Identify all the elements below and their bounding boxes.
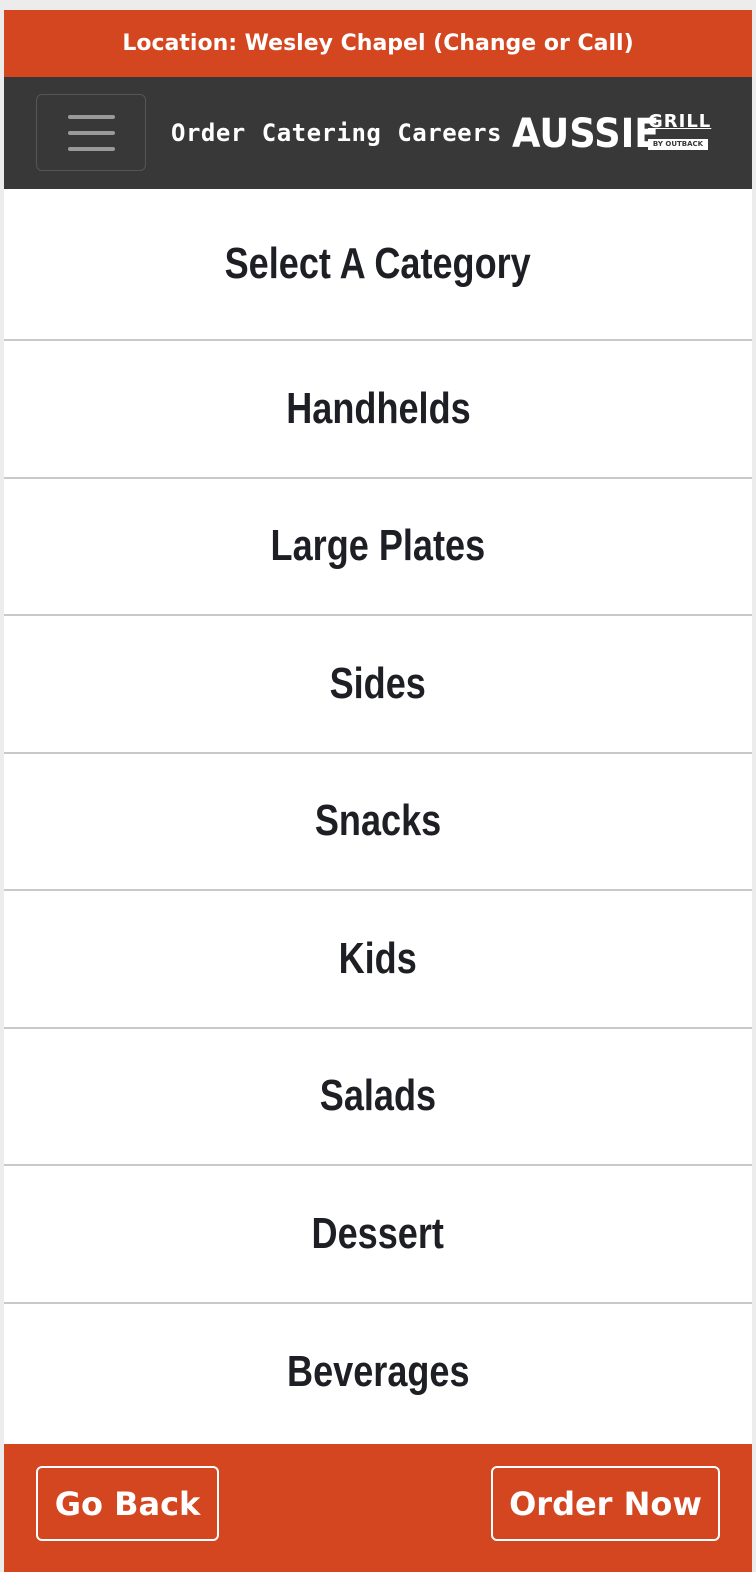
- nav-link-careers[interactable]: Careers: [397, 119, 502, 147]
- category-item-dessert[interactable]: Dessert: [4, 1166, 752, 1304]
- category-label: Sides: [329, 658, 427, 708]
- category-label: Large Plates: [270, 521, 486, 571]
- category-label: Dessert: [311, 1208, 445, 1258]
- category-label: Salads: [319, 1071, 437, 1121]
- logo-sub-text: GRILL: [648, 111, 712, 132]
- category-list: Select A Category Handhelds Large Plates…: [4, 189, 752, 1441]
- top-navbar: Order Catering Careers AUSSIE GRILL BY O…: [4, 77, 752, 189]
- category-heading: Select A Category: [4, 189, 752, 341]
- category-item-handhelds[interactable]: Handhelds: [4, 341, 752, 479]
- category-item-large-plates[interactable]: Large Plates: [4, 479, 752, 616]
- menu-toggle-button[interactable]: [36, 94, 146, 171]
- nav-link-catering[interactable]: Catering: [262, 119, 382, 147]
- order-now-button[interactable]: Order Now: [491, 1466, 720, 1541]
- location-banner[interactable]: Location: Wesley Chapel (Change or Call): [4, 10, 752, 77]
- nav-links: Order Catering Careers: [171, 77, 502, 189]
- category-label: Beverages: [286, 1347, 470, 1397]
- category-item-snacks[interactable]: Snacks: [4, 754, 752, 891]
- category-item-sides[interactable]: Sides: [4, 616, 752, 754]
- hamburger-menu-icon: [68, 115, 115, 119]
- category-item-beverages[interactable]: Beverages: [4, 1304, 752, 1442]
- page-frame: Location: Wesley Chapel (Change or Call)…: [4, 10, 752, 1572]
- category-label: Kids: [338, 933, 418, 983]
- category-label: Handhelds: [285, 383, 471, 433]
- category-item-kids[interactable]: Kids: [4, 891, 752, 1029]
- category-heading-text: Select A Category: [224, 239, 532, 288]
- footer-action-bar: Go Back Order Now: [4, 1444, 752, 1572]
- aussie-grill-logo[interactable]: AUSSIE GRILL BY OUTBACK: [512, 111, 712, 157]
- category-item-salads[interactable]: Salads: [4, 1029, 752, 1166]
- category-label: Snacks: [314, 796, 442, 846]
- go-back-button[interactable]: Go Back: [36, 1466, 219, 1541]
- logo-main-text: AUSSIE: [512, 111, 660, 157]
- hamburger-menu-icon: [68, 147, 115, 151]
- logo-tag-text: BY OUTBACK: [648, 139, 708, 150]
- location-text[interactable]: Location: Wesley Chapel (Change or Call): [122, 31, 633, 56]
- hamburger-menu-icon: [68, 131, 115, 135]
- nav-link-order[interactable]: Order: [171, 119, 246, 147]
